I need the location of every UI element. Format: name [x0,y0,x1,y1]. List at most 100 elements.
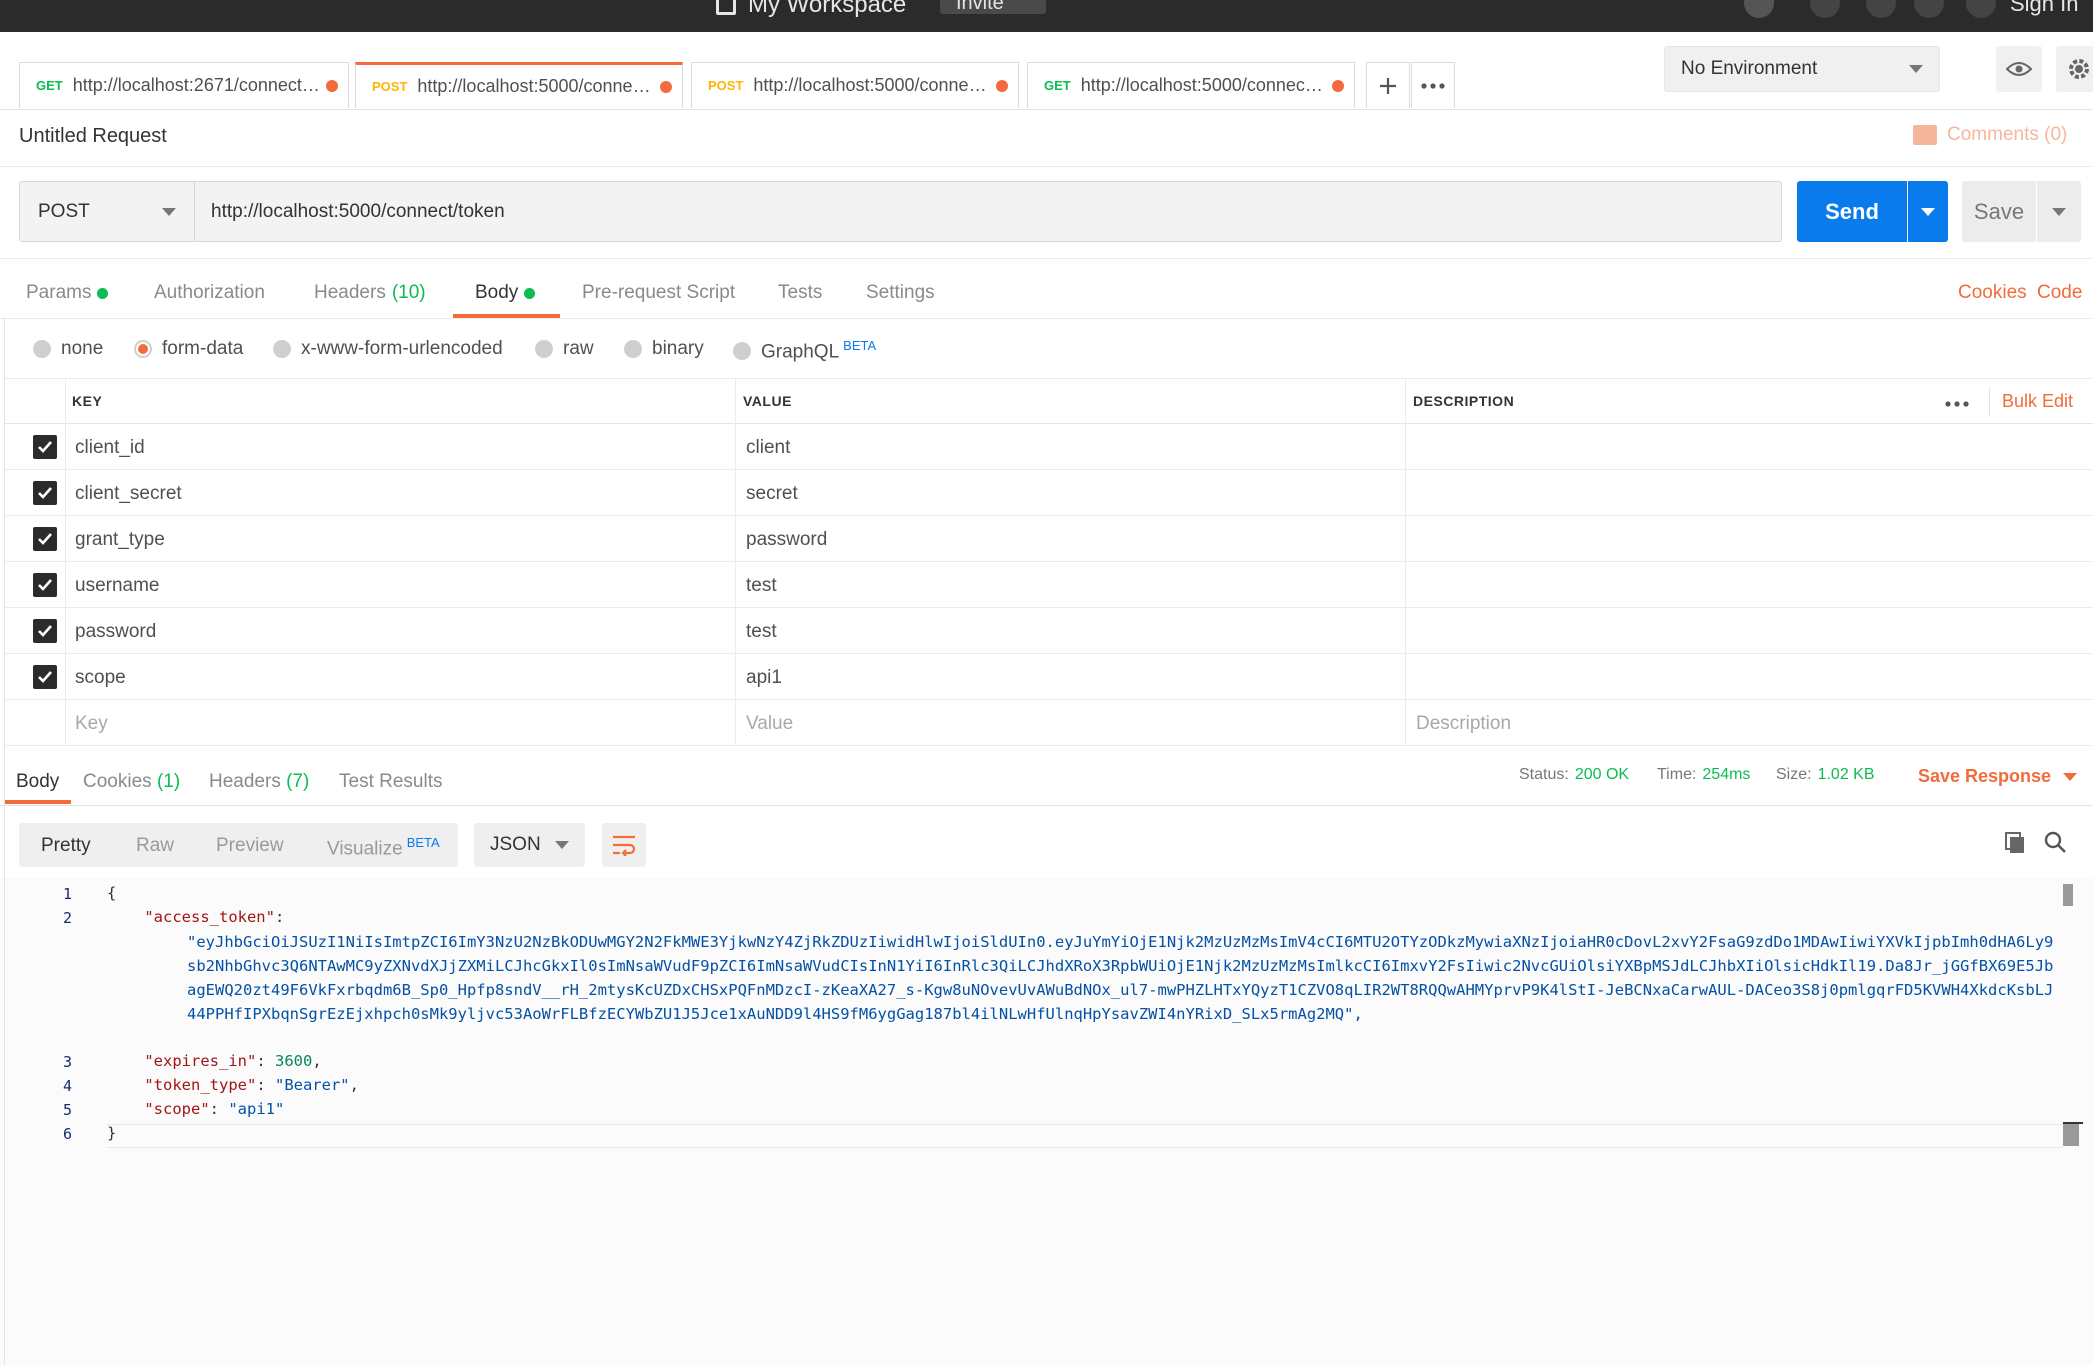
new-key-input[interactable]: Key [75,713,108,735]
save-response-button[interactable]: Save Response [1918,766,2078,787]
response-tab-body[interactable]: Body [16,771,59,793]
cookies-link[interactable]: Cookies [1958,282,2027,304]
method-value: POST [38,200,90,222]
view-preview[interactable]: Preview [216,835,284,857]
divider [0,166,2093,167]
tab-method: POST [372,79,408,94]
status-value: 200 OK [1574,766,1630,783]
method-select[interactable]: POST [19,181,194,242]
tab-prerequest-script[interactable]: Pre-request Script [582,282,735,304]
check-icon [38,579,52,591]
copy-response-button[interactable] [2003,830,2027,860]
radio-urlencoded[interactable]: x-www-form-urlencoded [273,338,503,360]
save-dropdown-button[interactable] [2037,181,2081,242]
sign-in-button[interactable]: Sign In [2010,0,2079,17]
row-key[interactable]: client_id [75,437,145,459]
request-tab-2[interactable]: POST http://localhost:5000/connect/... [355,62,683,108]
environment-quick-look-button[interactable] [1996,46,2042,92]
row-key[interactable]: grant_type [75,529,165,551]
manage-environments-button[interactable] [2056,46,2093,92]
url-input[interactable]: http://localhost:5000/connect/token [194,181,1782,242]
view-pretty[interactable]: Pretty [41,835,91,857]
request-tab-4[interactable]: GET http://localhost:5000/connect/u... [1027,62,1355,108]
row-checkbox[interactable] [33,527,57,551]
tab-tests[interactable]: Tests [778,282,822,304]
scrollbar-thumb[interactable] [2063,884,2073,906]
bulk-edit-link[interactable]: Bulk Edit [2002,391,2073,412]
tab-params[interactable]: Params [26,282,109,304]
row-key[interactable]: client_secret [75,483,182,505]
search-response-button[interactable] [2043,830,2067,860]
new-description-input[interactable]: Description [1416,713,1511,735]
tab-headers[interactable]: Headers (10) [314,282,426,304]
radio-binary[interactable]: binary [624,338,704,360]
invite-button[interactable]: Invite [940,0,1046,14]
row-value[interactable]: password [746,529,827,551]
row-checkbox[interactable] [33,481,57,505]
table-header: KEY VALUE DESCRIPTION Bulk Edit [5,378,2093,424]
tab-body[interactable]: Body [475,282,536,304]
radio-selected-icon [134,340,152,358]
row-value[interactable]: client [746,437,790,459]
radio-graphql[interactable]: GraphQL BETA [733,338,876,363]
request-title[interactable]: Untitled Request [19,125,167,148]
radio-raw[interactable]: raw [535,338,594,360]
request-tab-3[interactable]: POST http://localhost:5000/connect/... [691,62,1019,108]
send-button[interactable]: Send [1797,181,1907,242]
row-checkbox[interactable] [33,435,57,459]
response-tab-headers[interactable]: Headers (7) [209,771,309,793]
tab-authorization[interactable]: Authorization [154,282,265,304]
workspace-icon [716,0,736,15]
radio-icon [33,340,51,358]
column-divider [65,378,66,746]
save-button[interactable]: Save [1962,181,2036,242]
response-headers-count: (7) [286,771,310,792]
json-key: "expires_in" [144,1052,257,1070]
row-checkbox[interactable] [33,619,57,643]
response-format-select[interactable]: JSON [474,823,585,867]
column-key: KEY [72,393,103,409]
check-icon [38,533,52,545]
view-raw[interactable]: Raw [136,835,174,857]
code-link[interactable]: Code [2037,282,2082,304]
row-key[interactable]: username [75,575,160,597]
row-value[interactable]: test [746,575,777,597]
radio-none[interactable]: none [33,338,103,360]
column-divider [1405,378,1406,746]
tab-url: http://localhost:5000/connect/... [417,76,654,96]
tab-settings[interactable]: Settings [866,282,935,304]
tab-url: http://localhost:5000/connect/u... [1080,75,1326,95]
row-value[interactable]: secret [746,483,798,505]
row-key[interactable]: scope [75,667,126,689]
row-checkbox[interactable] [33,573,57,597]
workspace-selector[interactable]: My Workspace [716,0,906,19]
response-tab-cookies[interactable]: Cookies (1) [83,771,180,793]
gear-icon [2069,59,2089,79]
response-tab-test-results[interactable]: Test Results [339,771,442,793]
eye-icon [2006,62,2032,76]
comments-button[interactable]: Comments (0) [1913,124,2067,146]
send-dropdown-button[interactable] [1908,181,1948,242]
radio-form-data[interactable]: form-data [134,338,243,360]
table-row-new: Key Value Description [5,700,2093,746]
tab-url: http://localhost:2671/connect/t... [72,75,320,95]
row-value[interactable]: api1 [746,667,782,689]
beta-badge: BETA [843,338,877,353]
table-row: username test [5,562,2093,608]
table-options-button[interactable] [1945,391,1969,413]
environment-select[interactable]: No Environment [1664,46,1940,92]
view-visualize[interactable]: Visualize BETA [327,835,440,860]
row-value[interactable]: test [746,621,777,643]
new-value-input[interactable]: Value [746,713,793,735]
request-tab-1[interactable]: GET http://localhost:2671/connect/t... [19,62,349,108]
row-checkbox[interactable] [33,665,57,689]
new-tab-button[interactable] [1366,62,1410,108]
row-key[interactable]: password [75,621,156,643]
wrap-lines-button[interactable] [602,823,646,867]
scrollbar-thumb-bottom[interactable] [2063,1124,2079,1146]
tab-body-label: Body [475,282,519,303]
line-number: 3 [62,1053,72,1071]
tab-options-button[interactable] [1411,62,1455,108]
line-number: 6 [62,1125,72,1143]
radio-icon [535,340,553,358]
